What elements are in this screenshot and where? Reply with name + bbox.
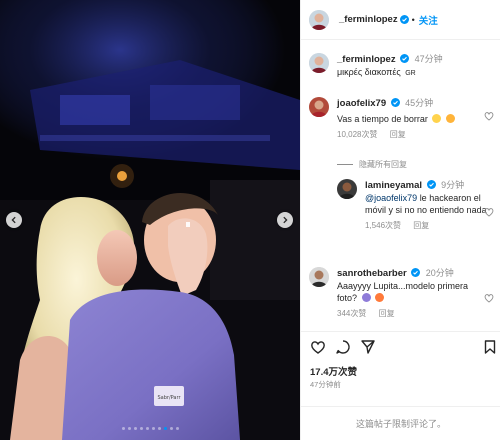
carousel-dots [0,427,300,430]
chevron-right-icon [283,216,288,224]
reply-like-count[interactable]: 1,546次赞 [365,221,401,230]
caption-username[interactable]: _ferminlopez [337,54,396,65]
carousel-dot [163,427,167,430]
instagram-post-view: Sabr/Parr _ferminlopez • 关注 _ferminlopez… [0,0,500,440]
person-raising-hand-icon [361,293,371,302]
carousel-dot [175,427,179,430]
comments-restricted-notice: 这篇帖子限制评论了。 [301,406,500,440]
post-photo[interactable]: Sabr/Parr [0,0,300,440]
caption-lang: GR [405,70,416,77]
svg-text:Sabr/Parr: Sabr/Parr [157,395,181,401]
post-header: _ferminlopez • 关注 [301,0,500,40]
verified-badge-icon [411,268,421,277]
caption-text: μικρές διακοπές [337,67,401,77]
grimacing-face-icon [432,114,442,123]
carousel-dot [127,427,131,430]
commenter-avatar[interactable] [309,97,329,117]
hide-replies-label: 隐藏所有回复 [359,160,407,169]
carousel-dot [121,427,125,430]
comment-text: Vas a tiempo de borrar [337,114,428,124]
bookmark-icon[interactable] [482,339,498,355]
post-like-count[interactable]: 17.4万次赞 [310,364,357,378]
comment-reply-button[interactable]: 回复 [390,130,406,139]
post-side-panel: _ferminlopez • 关注 _ferminlopez 47分钟 μικρ… [300,0,500,440]
comments-list[interactable]: _ferminlopez 47分钟 μικρές διακοπές GR joa… [301,41,500,331]
comment-text: Aaayyyy Lupita...modelo primera foto? [337,281,469,303]
comment-time: 45分钟 [405,98,434,108]
carousel-dot [169,427,173,430]
hide-replies-button[interactable]: 隐藏所有回复 [337,159,407,170]
carousel-dot [133,427,137,430]
caption-row: _ferminlopez 47分钟 μικρές διακοπές GR [309,53,487,80]
send-icon[interactable] [360,339,376,355]
carousel-dot [157,427,161,430]
commenter-avatar[interactable] [309,267,329,287]
comment-item: joaofelix79 45分钟 Vas a tiempo de borrar … [309,97,494,141]
verified-badge-icon [399,15,409,24]
heart-icon[interactable] [484,207,494,217]
comment-like-count[interactable]: 344次赞 [337,309,366,318]
comment-username[interactable]: sanrothebarber [337,268,407,279]
reply-mention-link[interactable]: @joaofelix79 [365,193,417,203]
divider-line [337,164,353,165]
post-actions-bar: 17.4万次赞 47分钟前 [301,331,500,396]
carousel-dot [151,427,155,430]
carousel-next-button[interactable] [277,212,293,228]
post-age: 47分钟前 [310,380,341,389]
caption-time: 47分钟 [414,54,443,64]
follow-button[interactable]: 关注 [419,13,438,27]
laughing-face-icon [445,114,455,123]
author-username[interactable]: _ferminlopez [339,14,398,25]
verified-badge-icon [390,98,400,107]
couple-photo-image: Sabr/Parr [0,0,300,440]
reply-username[interactable]: lamineyamal [365,180,422,191]
comment-item: sanrothebarber 20分钟 Aaayyyy Lupita...mod… [309,267,494,320]
verified-badge-icon [400,54,410,63]
verified-badge-icon [426,180,436,189]
carousel-dot [145,427,149,430]
replier-avatar[interactable] [337,179,357,199]
comment-username[interactable]: joaofelix79 [337,98,386,109]
chevron-left-icon [11,216,16,224]
reply-time: 9分钟 [441,180,465,190]
author-avatar[interactable] [309,9,329,30]
header-separator: • [411,14,415,25]
comment-reply-button[interactable]: 回复 [379,309,395,318]
reply-item: lamineyamal 9分钟 @joaofelix79 le hackearo… [337,179,494,232]
comment-like-count[interactable]: 10,028次赞 [337,130,377,139]
hot-face-icon [375,293,385,302]
comment-time: 20分钟 [425,268,454,278]
carousel-dot [139,427,143,430]
heart-icon[interactable] [484,293,494,303]
comment-icon[interactable] [335,339,351,355]
heart-icon[interactable] [484,111,494,121]
caption-avatar[interactable] [309,53,329,73]
reply-reply-button[interactable]: 回复 [413,221,429,230]
heart-icon[interactable] [310,339,326,355]
carousel-prev-button[interactable] [6,212,22,228]
